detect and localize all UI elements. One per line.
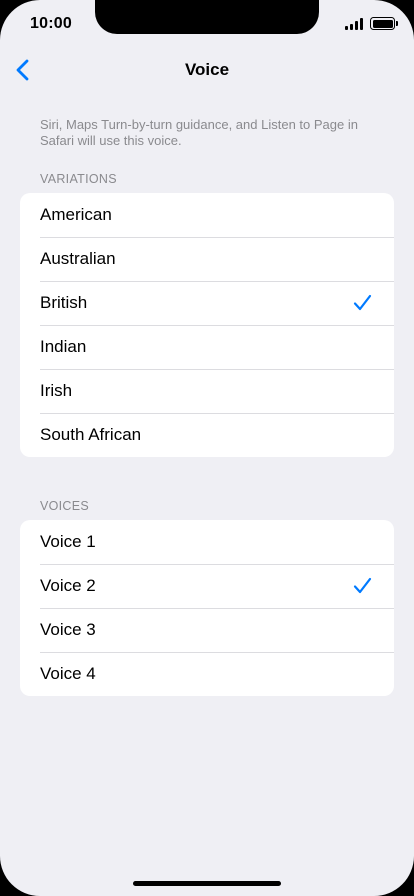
section-header-voices: VOICES	[40, 499, 90, 513]
option-label: Voice 1	[40, 532, 96, 551]
variations-list: American Australian British Indian Irish…	[20, 193, 394, 457]
notch	[95, 0, 319, 34]
section-header-variations: VARIATIONS	[40, 172, 117, 186]
option-label: Australian	[40, 249, 116, 268]
voices-list: Voice 1 Voice 2 Voice 3 Voice 4	[20, 520, 394, 696]
voice-option-1[interactable]: Voice 1	[20, 520, 394, 564]
status-time: 10:00	[30, 15, 72, 32]
variation-option-irish[interactable]: Irish	[20, 369, 394, 413]
option-label: Indian	[40, 337, 87, 356]
variation-option-british[interactable]: British	[20, 281, 394, 325]
battery-icon	[370, 17, 398, 30]
voice-option-3[interactable]: Voice 3	[20, 608, 394, 652]
option-label: British	[40, 293, 88, 312]
description-text: Siri, Maps Turn-by-turn guidance, and Li…	[40, 117, 358, 148]
variation-option-indian[interactable]: Indian	[20, 325, 394, 369]
voice-option-2[interactable]: Voice 2	[20, 564, 394, 608]
checkmark-icon	[353, 294, 372, 311]
page-title: Voice	[184, 60, 230, 79]
option-label: American	[40, 205, 112, 224]
signal-icon	[345, 18, 365, 30]
variation-option-american[interactable]: American	[20, 193, 394, 237]
option-label: Voice 3	[40, 620, 96, 639]
option-label: South African	[40, 425, 142, 444]
screen: 10:00 Voice Siri, Maps Turn-by-turn guid…	[0, 0, 414, 896]
option-label: Irish	[40, 381, 73, 400]
checkmark-icon	[353, 577, 372, 594]
voice-option-4[interactable]: Voice 4	[20, 652, 394, 696]
option-label: Voice 2	[40, 576, 96, 595]
home-indicator[interactable]	[133, 881, 281, 886]
variation-option-australian[interactable]: Australian	[20, 237, 394, 281]
variation-option-south-african[interactable]: South African	[20, 413, 394, 457]
option-label: Voice 4	[40, 664, 96, 683]
